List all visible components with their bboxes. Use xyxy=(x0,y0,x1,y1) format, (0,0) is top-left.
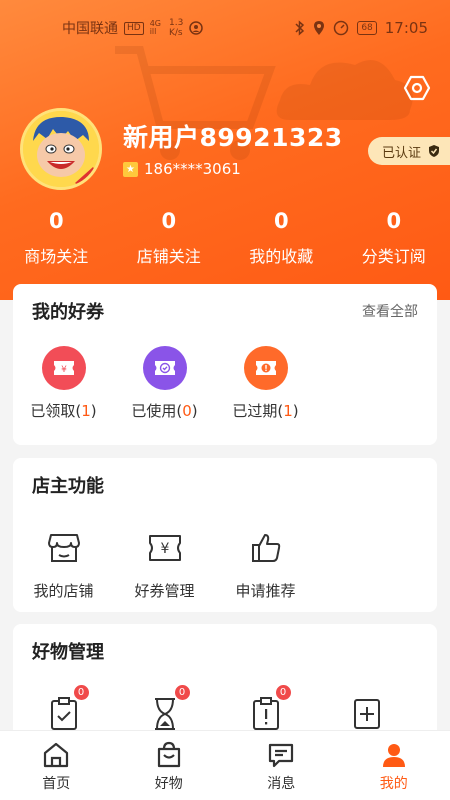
my-store-label: 我的店铺 xyxy=(33,582,94,600)
coupon-used-label: 已使用(0) xyxy=(131,402,198,420)
coupon-expired[interactable]: 已过期(1) xyxy=(215,346,316,421)
nav-home-label: 首页 xyxy=(42,776,71,792)
coupon-manage-item[interactable]: ¥ 好券管理 xyxy=(114,526,215,601)
svg-text:¥: ¥ xyxy=(160,541,169,557)
shop-owner-card: 店主功能 我的店铺 ¥ 好券管理 申请推荐 xyxy=(13,458,437,612)
battery-icon: 68 xyxy=(357,21,377,35)
stat-value: 0 xyxy=(386,209,402,233)
coupons-card: 我的好券 查看全部 ¥ 已领取(1) 已使用(0) 已过期(1) xyxy=(13,284,437,445)
bottom-nav: 首页 好物 消息 我的 xyxy=(0,730,450,800)
network-indicator: 4G ill xyxy=(149,19,161,36)
username: 新用户89921323 xyxy=(123,123,343,152)
yuan-ticket-icon: ¥ xyxy=(41,346,86,390)
avatar[interactable] xyxy=(20,108,102,190)
status-bar: 中国联通 HD 4G ill 1.3 K/s 68 17:05 xyxy=(0,0,450,56)
svg-text:¥: ¥ xyxy=(61,365,67,375)
phone-row: ★ 186****3061 xyxy=(123,160,241,178)
nav-goods[interactable]: 好物 xyxy=(113,731,226,800)
bag-icon xyxy=(157,741,180,768)
badge-count: 0 xyxy=(173,684,191,701)
alert-ticket-icon xyxy=(243,346,288,390)
stat-favorites[interactable]: 0 我的收藏 xyxy=(225,205,338,267)
coupon-received[interactable]: ¥ 已领取(1) xyxy=(13,346,114,421)
location-icon xyxy=(314,21,325,35)
nav-messages-label: 消息 xyxy=(267,776,296,792)
stat-value: 0 xyxy=(161,209,177,233)
gear-icon xyxy=(403,75,431,101)
coupon-used[interactable]: 已使用(0) xyxy=(114,346,215,421)
stat-value: 0 xyxy=(273,209,289,233)
badge-count: 0 xyxy=(274,684,292,701)
verified-badge[interactable]: 已认证 xyxy=(368,137,450,165)
coupons-title: 我的好券 xyxy=(32,302,104,323)
check-ticket-icon xyxy=(142,346,187,390)
nav-messages[interactable]: 消息 xyxy=(225,731,338,800)
profile-status-icon xyxy=(189,21,204,35)
coupon-expired-label: 已过期(1) xyxy=(232,402,299,420)
stat-shop-follow[interactable]: 0 店铺关注 xyxy=(113,205,226,267)
status-time: 17:05 xyxy=(384,19,428,37)
carrier-name: 中国联通 xyxy=(62,21,118,37)
star-badge-icon: ★ xyxy=(123,161,138,177)
coupon-manage-icon: ¥ xyxy=(143,526,187,570)
home-icon xyxy=(44,742,69,768)
view-all-link[interactable]: 查看全部 xyxy=(362,301,418,321)
nav-mine[interactable]: 我的 xyxy=(338,731,450,800)
hd-indicator: HD xyxy=(124,21,144,35)
badge-count: 0 xyxy=(72,684,90,701)
settings-button[interactable] xyxy=(400,71,434,105)
cartoon-avatar-icon xyxy=(23,111,99,187)
nav-goods-label: 好物 xyxy=(154,776,183,792)
verified-label: 已认证 xyxy=(382,145,422,161)
goods-manage-title: 好物管理 xyxy=(32,642,104,663)
store-icon xyxy=(42,526,86,570)
my-store-item[interactable]: 我的店铺 xyxy=(13,526,114,601)
apply-recommend-label: 申请推荐 xyxy=(235,582,296,600)
stat-label: 我的收藏 xyxy=(249,247,314,266)
stat-label: 店铺关注 xyxy=(136,247,201,266)
stats-row: 0 商场关注 0 店铺关注 0 我的收藏 0 分类订阅 xyxy=(0,205,450,267)
speedometer-icon xyxy=(334,20,349,36)
nav-home[interactable]: 首页 xyxy=(0,731,113,800)
network-speed: 1.3 K/s xyxy=(169,18,184,38)
phone-number: 186****3061 xyxy=(144,160,241,178)
stat-value: 0 xyxy=(48,209,64,233)
stat-category-subscribe[interactable]: 0 分类订阅 xyxy=(338,205,450,267)
nav-mine-label: 我的 xyxy=(379,776,408,792)
coupon-manage-label: 好券管理 xyxy=(134,582,195,600)
goods-manage-card: 好物管理 0 0 0 xyxy=(13,624,437,744)
stat-label: 商场关注 xyxy=(24,247,89,266)
stat-mall-follow[interactable]: 0 商场关注 xyxy=(0,205,113,267)
bluetooth-icon xyxy=(295,20,305,36)
apply-recommend-item[interactable]: 申请推荐 xyxy=(215,526,316,601)
user-icon xyxy=(382,744,405,767)
stat-label: 分类订阅 xyxy=(361,247,426,266)
shield-check-icon xyxy=(429,145,440,157)
shop-owner-title: 店主功能 xyxy=(32,476,104,497)
message-icon xyxy=(269,743,294,768)
coupon-received-label: 已领取(1) xyxy=(30,402,97,420)
thumbs-up-icon xyxy=(244,526,288,570)
